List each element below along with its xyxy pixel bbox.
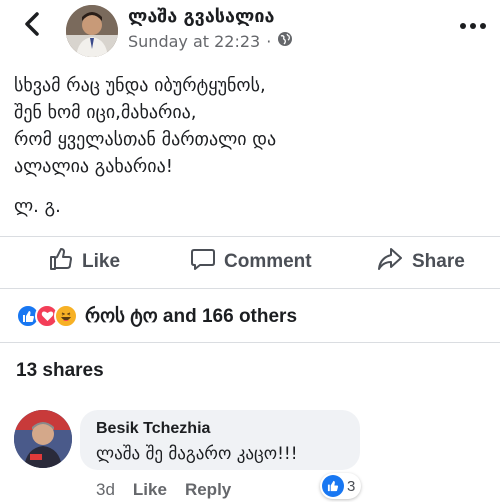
comment-reaction-count: 3 [347,477,356,495]
post-timestamp[interactable]: Sunday at 22:23 [128,32,260,51]
divider [0,236,500,237]
comment-footer: 3d Like Reply [96,480,231,500]
reactions-summary[interactable]: როს ტო and 166 others [16,302,297,330]
like-label: Like [82,251,121,272]
post-line: სხვამ რაც უნდა იბურტყუნოს, [14,75,266,96]
author-avatar[interactable] [66,5,118,57]
post-header: ლაშა გვასალია Sunday at 22:23 · [0,0,500,58]
meta-separator: · [266,31,272,51]
comment-reaction-badge[interactable]: 3 [320,473,362,499]
commenter-avatar[interactable] [14,410,72,468]
share-button[interactable]: Share [376,238,465,286]
action-bar: Like Comment Share [0,238,500,286]
like-button[interactable]: Like [48,238,120,286]
divider [0,342,500,343]
globe-icon [277,31,293,51]
chevron-left-icon [22,11,42,41]
author-name[interactable]: ლაშა გვასალია [128,6,274,27]
share-label: Share [412,251,465,272]
post-text: სხვამ რაც უნდა იბურტყუნოს, შენ ხომ იცი,მ… [14,72,486,180]
more-dots-icon [460,23,466,29]
post-meta: Sunday at 22:23 · [128,31,293,51]
comment-label: Comment [224,251,312,272]
reactions-text: როს ტო and 166 others [85,305,298,327]
comment-text: ლაშა შე მაგარო კაცო!!! [96,444,298,464]
thumbs-up-icon [48,246,74,278]
comment-reply-button[interactable]: Reply [185,480,231,500]
comment-time[interactable]: 3d [96,480,115,500]
comment-icon [190,246,216,278]
like-icon [322,475,344,497]
comment-button[interactable]: Comment [190,238,312,286]
post-signature: ლ. გ. [14,196,61,217]
share-arrow-icon [376,246,404,278]
shares-count[interactable]: 13 shares [16,360,104,382]
comment-bubble: Besik Tchezhia ლაშა შე მაგარო კაცო!!! [80,410,360,470]
haha-icon [54,304,78,328]
back-button[interactable] [14,8,50,44]
comment-like-button[interactable]: Like [133,480,167,500]
post-line: ალალია გახარია! [14,156,173,177]
divider [0,288,500,289]
commenter-name[interactable]: Besik Tchezhia [96,420,344,438]
post-line: რომ ყველასთან მართალი და [14,129,277,150]
reaction-icons [16,304,78,328]
post-line: შენ ხომ იცი,მახარია, [14,102,197,123]
more-options-button[interactable] [455,12,491,40]
